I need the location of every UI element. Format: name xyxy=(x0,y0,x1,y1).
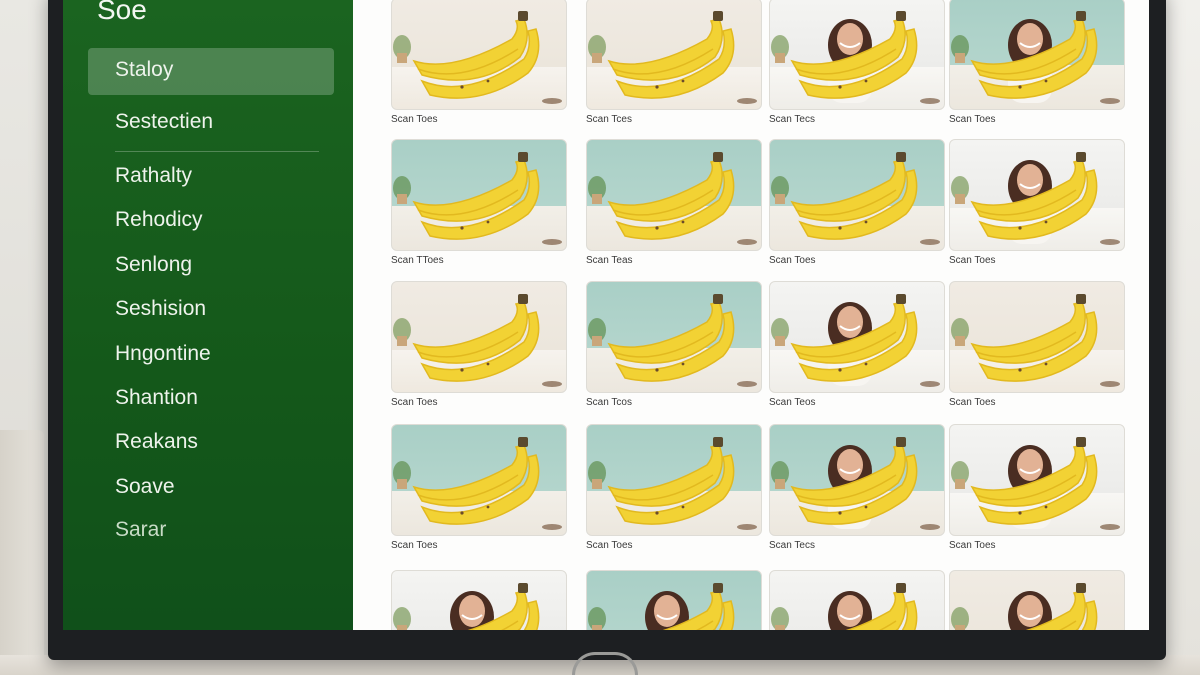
photo-card[interactable]: Scan Toes xyxy=(949,139,1125,266)
photo-card[interactable]: Scan Toes xyxy=(949,281,1125,408)
sidebar-item-rathalty[interactable]: Rathalty xyxy=(115,164,192,188)
photo-caption: Scan Toes xyxy=(391,540,438,551)
sidebar-item-hngontine[interactable]: Hngontine xyxy=(115,342,211,366)
photo-caption: Scan Teos xyxy=(769,397,816,408)
person-photo-icon[interactable] xyxy=(769,0,945,110)
sidebar-divider xyxy=(115,151,319,152)
photo-card[interactable]: Scan Tecs xyxy=(769,0,945,125)
photo-card[interactable] xyxy=(769,570,945,630)
banana-photo-icon[interactable] xyxy=(586,0,762,110)
banana-photo-icon[interactable] xyxy=(586,139,762,251)
photo-card[interactable] xyxy=(586,570,762,630)
person-photo-icon[interactable] xyxy=(586,570,762,630)
photo-card[interactable]: Scan Toes xyxy=(391,424,567,551)
photo-caption: Scan Toes xyxy=(949,397,996,408)
photo-caption: Scan Teas xyxy=(586,255,633,266)
photo-caption: Scan Toes xyxy=(949,255,996,266)
photo-card[interactable]: Scan Toes xyxy=(949,0,1125,125)
photo-caption: Scan Toes xyxy=(391,397,438,408)
sidebar-item-staloy[interactable]: Staloy xyxy=(115,58,173,82)
sidebar-item-soave[interactable]: Soave xyxy=(115,475,175,499)
photo-card[interactable]: Scan Tcos xyxy=(586,281,762,408)
photo-card[interactable] xyxy=(391,570,567,630)
photo-caption: Scan Toes xyxy=(949,114,996,125)
photo-card[interactable]: Scan Tces xyxy=(586,0,762,125)
photo-card[interactable]: Scan Toes xyxy=(391,281,567,408)
person-photo-icon[interactable] xyxy=(949,570,1125,630)
chair-back xyxy=(0,430,44,675)
person-photo-icon[interactable] xyxy=(949,0,1125,110)
photo-card[interactable]: Scan TToes xyxy=(391,139,567,266)
photo-caption: Scan Toes xyxy=(586,540,633,551)
banana-photo-icon[interactable] xyxy=(769,139,945,251)
sidebar-item-rehodicy[interactable]: Rehodicy xyxy=(115,208,203,232)
banana-photo-icon[interactable] xyxy=(586,424,762,536)
person-photo-icon[interactable] xyxy=(949,424,1125,536)
sidebar-item-senlong[interactable]: Senlong xyxy=(115,253,192,277)
person-photo-icon[interactable] xyxy=(769,281,945,393)
photo-caption: Scan Tecs xyxy=(769,540,815,551)
banana-photo-icon[interactable] xyxy=(391,424,567,536)
sidebar-item-reakans[interactable]: Reakans xyxy=(115,430,198,454)
person-photo-icon[interactable] xyxy=(391,570,567,630)
photo-card[interactable]: Scan Toes xyxy=(769,139,945,266)
person-photo-icon[interactable] xyxy=(769,570,945,630)
photo-caption: Scan Tces xyxy=(586,114,632,125)
banana-photo-icon[interactable] xyxy=(586,281,762,393)
room-wall-right xyxy=(1164,0,1200,675)
gallery-grid: Scan Toes Scan Tces Scan Tecs Scan Toes Scan… xyxy=(353,0,1149,630)
monitor-stand xyxy=(572,652,638,675)
monitor: Soe Staloy Sestectien Rathalty Rehodicy Senl… xyxy=(48,0,1166,660)
sidebar-item-seshision[interactable]: Seshision xyxy=(115,297,206,321)
banana-photo-icon[interactable] xyxy=(391,0,567,110)
photo-card[interactable]: Scan Toes xyxy=(586,424,762,551)
person-photo-icon[interactable] xyxy=(949,139,1125,251)
photo-card[interactable]: Scan Toes xyxy=(949,424,1125,551)
photo-caption: Scan TToes xyxy=(391,255,444,266)
room-wall-left xyxy=(0,0,48,675)
banana-photo-icon[interactable] xyxy=(391,139,567,251)
photo-card[interactable]: Scan Toes xyxy=(391,0,567,125)
banana-photo-icon[interactable] xyxy=(391,281,567,393)
photo-card[interactable]: Scan Teas xyxy=(586,139,762,266)
sidebar-item-sarar[interactable]: Sarar xyxy=(115,518,166,542)
photo-card[interactable]: Scan Tecs xyxy=(769,424,945,551)
photo-caption: Scan Toes xyxy=(769,255,816,266)
sidebar-item-sestectien[interactable]: Sestectien xyxy=(115,110,213,134)
banana-photo-icon[interactable] xyxy=(949,281,1125,393)
sidebar: Soe Staloy Sestectien Rathalty Rehodicy Senl… xyxy=(63,0,353,630)
photo-caption: Scan Toes xyxy=(949,540,996,551)
photo-caption: Scan Tcos xyxy=(586,397,632,408)
person-photo-icon[interactable] xyxy=(769,424,945,536)
photo-card[interactable]: Scan Teos xyxy=(769,281,945,408)
app-title: Soe xyxy=(97,0,147,25)
photo-card[interactable] xyxy=(949,570,1125,630)
photo-caption: Scan Toes xyxy=(391,114,438,125)
photo-caption: Scan Tecs xyxy=(769,114,815,125)
sidebar-item-shantion[interactable]: Shantion xyxy=(115,386,198,410)
screen: Soe Staloy Sestectien Rathalty Rehodicy Senl… xyxy=(63,0,1149,630)
